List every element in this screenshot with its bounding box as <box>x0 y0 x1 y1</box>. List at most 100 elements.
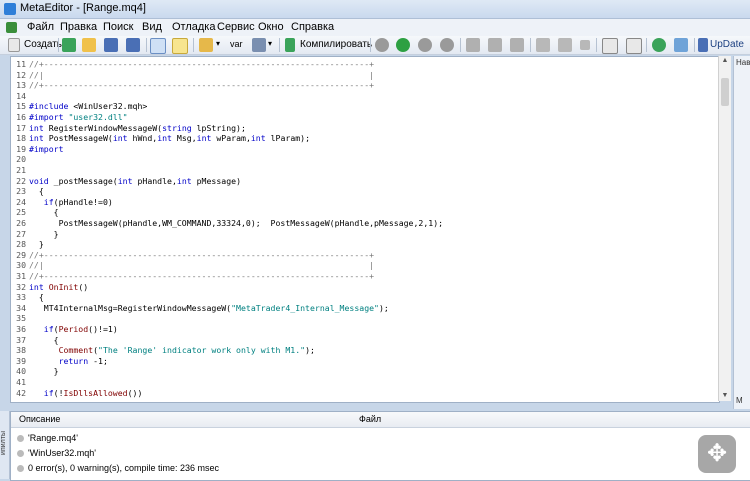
code-line[interactable]: 13//+-----------------------------------… <box>11 80 717 90</box>
line-number: 33 <box>16 292 26 303</box>
column-file[interactable]: Файл <box>359 414 381 424</box>
insert-icon[interactable] <box>252 38 266 52</box>
start-debug-icon[interactable] <box>396 38 410 52</box>
menu-debug[interactable]: Отладка <box>172 21 215 33</box>
code-line[interactable]: 11//+-----------------------------------… <box>11 59 717 69</box>
code-line[interactable]: 40 } <box>11 366 717 376</box>
code-line[interactable]: 22 void _postMessage(int pHandle,int pMes… <box>11 176 717 186</box>
code-text: //| | <box>29 69 375 80</box>
save-all-icon[interactable] <box>126 38 140 52</box>
code-line[interactable]: 37 { <box>11 335 717 345</box>
code-line[interactable]: 39 return -1; <box>11 356 717 366</box>
code-line[interactable]: 36 if(Period()!=1) <box>11 324 717 334</box>
info-icon <box>17 465 24 473</box>
step-over-icon[interactable] <box>488 38 502 52</box>
code-line[interactable]: 25 { <box>11 207 717 217</box>
line-number: 15 <box>16 101 26 112</box>
stop-debug-icon[interactable] <box>440 38 454 52</box>
update-icon[interactable] <box>698 38 708 52</box>
code-line[interactable]: 21 <box>11 165 717 175</box>
line-number: 14 <box>16 90 26 101</box>
code-line[interactable]: 17 int RegisterWindowMessageW(string lpSt… <box>11 123 717 133</box>
code-line[interactable]: 14 <box>11 91 717 101</box>
scroll-thumb[interactable] <box>721 78 729 106</box>
debug-restart-icon[interactable] <box>375 38 389 52</box>
code-line[interactable]: 19 #import <box>11 144 717 154</box>
line-number: 19 <box>16 143 26 154</box>
new-file-icon[interactable] <box>8 38 20 52</box>
menu-file[interactable]: Файл <box>27 21 54 33</box>
code-text: { <box>29 292 44 303</box>
code-line[interactable]: 32 int OnInit() <box>11 282 717 292</box>
line-number: 38 <box>16 345 26 356</box>
code-line[interactable]: 26 PostMessageW(pHandle,WM_COMMAND,33324… <box>11 218 717 228</box>
navigator-header: Нави <box>736 58 750 67</box>
code-line[interactable]: 23 { <box>11 186 717 196</box>
code-line[interactable]: 41 <box>11 377 717 387</box>
menu-view[interactable]: Вид <box>142 21 162 33</box>
open-folder-icon[interactable] <box>82 38 96 52</box>
menu-search[interactable]: Поиск <box>103 21 133 33</box>
dropdown-arrow-icon[interactable]: ▾ <box>268 39 272 48</box>
output-row[interactable]: 'WinUser32.mqh' <box>17 448 96 458</box>
compile-button-label[interactable]: Компилировать <box>300 39 372 50</box>
layout-toggle-icon[interactable] <box>150 38 166 54</box>
code-text: if(!IsDllsAllowed()) <box>43 387 143 398</box>
new-button-label[interactable]: Создать <box>24 39 62 50</box>
step-out-icon[interactable] <box>510 38 524 52</box>
menu-window[interactable]: Окно <box>258 21 284 33</box>
stop-icon[interactable] <box>580 40 590 50</box>
new-project-icon[interactable] <box>62 38 76 52</box>
code-line[interactable]: 24 if(pHandle!=0) <box>11 197 717 207</box>
code-line[interactable]: 34 MT4InternalMsg=RegisterWindowMessageW… <box>11 303 717 313</box>
styler-icon[interactable] <box>199 38 213 52</box>
code-line[interactable]: 15 #include <WinUser32.mqh> <box>11 101 717 111</box>
code-line[interactable]: 28 } <box>11 239 717 249</box>
step-into-icon[interactable] <box>466 38 480 52</box>
editor-vertical-scrollbar[interactable]: ▲ ▼ <box>718 56 731 401</box>
code-line[interactable]: 38 Comment("The 'Range' indicator work o… <box>11 345 717 355</box>
menu-bar: Файл Правка Поиск Вид Отладка Сервис Окн… <box>0 19 750 37</box>
toolbox-side-tab[interactable]: ипилты <box>0 411 10 479</box>
navigator-tab[interactable]: M <box>736 396 743 405</box>
code-text: int PostMessageW(int hWnd,int Msg,int wP… <box>29 133 311 144</box>
column-description[interactable]: Описание <box>19 414 60 424</box>
code-text: #import "user32.dll" <box>29 112 128 122</box>
menu-edit[interactable]: Правка <box>60 21 97 33</box>
copy-icon[interactable] <box>602 38 618 54</box>
breakpoint-icon[interactable] <box>536 38 550 52</box>
code-line[interactable]: 33 { <box>11 292 717 302</box>
paste-icon[interactable] <box>626 38 642 54</box>
terminal-icon[interactable] <box>674 38 688 52</box>
code-line[interactable]: 18 int PostMessageW(int hWnd,int Msg,int … <box>11 133 717 143</box>
menu-tools[interactable]: Сервис <box>217 21 255 33</box>
output-row[interactable]: 'Range.mq4' <box>17 433 78 443</box>
menu-help[interactable]: Справка <box>291 21 334 33</box>
code-line[interactable]: 31//+-----------------------------------… <box>11 271 717 281</box>
output-row[interactable]: 0 error(s), 0 warning(s), compile time: … <box>17 463 219 473</box>
pause-debug-icon[interactable] <box>418 38 432 52</box>
system-menu-icon[interactable] <box>6 22 17 33</box>
update-button-label[interactable]: UpDate <box>710 39 744 50</box>
code-line[interactable]: 20 <box>11 154 717 164</box>
code-line[interactable]: 42 if(!IsDllsAllowed()) <box>11 388 717 398</box>
scroll-up-icon[interactable]: ▲ <box>719 56 731 66</box>
line-number: 34 <box>16 302 26 313</box>
panel-toggle-icon[interactable] <box>172 38 188 54</box>
compile-check-icon[interactable] <box>285 38 295 52</box>
code-line[interactable]: 35 <box>11 313 717 323</box>
code-text: //+-------------------------------------… <box>29 271 375 281</box>
code-line[interactable]: 16 #import "user32.dll" <box>11 112 717 122</box>
code-line[interactable]: 29//+-----------------------------------… <box>11 250 717 260</box>
save-icon[interactable] <box>104 38 118 52</box>
info-icon <box>17 435 24 443</box>
community-icon[interactable] <box>652 38 666 52</box>
go-icon[interactable] <box>558 38 572 52</box>
code-line[interactable]: 12//| | <box>11 70 717 80</box>
dropdown-arrow-icon[interactable]: ▾ <box>216 39 220 48</box>
var-button[interactable]: var <box>230 39 243 49</box>
code-line[interactable]: 27 } <box>11 229 717 239</box>
code-editor[interactable]: 11//+-----------------------------------… <box>10 56 720 403</box>
code-line[interactable]: 30//| | <box>11 260 717 270</box>
scroll-down-icon[interactable]: ▼ <box>719 391 731 401</box>
